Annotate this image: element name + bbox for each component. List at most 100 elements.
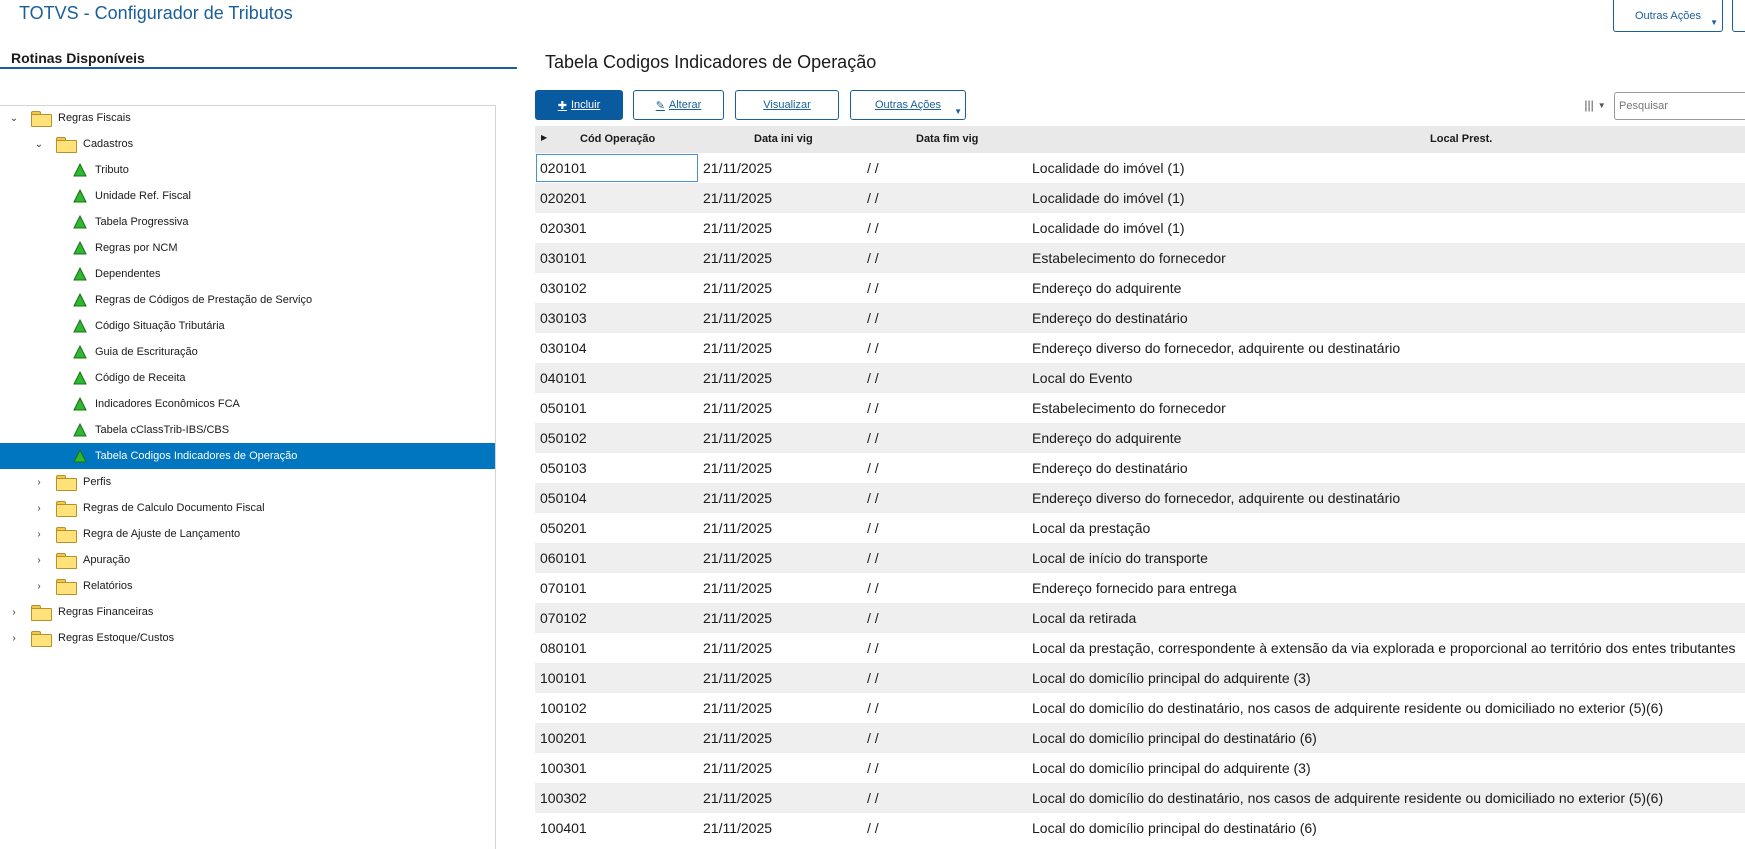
search-input[interactable] <box>1614 92 1745 120</box>
table-row[interactable]: 050201 21/11/2025 / / Local da prestação <box>535 513 1745 543</box>
table-row[interactable]: 050103 21/11/2025 / / Endereço do destinatá… <box>535 453 1745 483</box>
green-triangle-icon <box>73 293 87 307</box>
table-row[interactable]: 080101 21/11/2025 / / Local da prestação, c… <box>535 633 1745 663</box>
tree-item[interactable]: › Regras Financeiras <box>0 599 495 625</box>
chevron-right-icon[interactable]: › <box>33 529 45 540</box>
tree-item[interactable]: Código Situação Tributária <box>0 313 495 339</box>
table-row[interactable]: 050102 21/11/2025 / / Endereço do adquirent… <box>535 423 1745 453</box>
tree-item-label: Regras Fiscais <box>58 112 131 124</box>
chevron-right-icon[interactable]: › <box>8 607 20 618</box>
table-row[interactable]: 100301 21/11/2025 / / Local do domicílio pr… <box>535 753 1745 783</box>
cell-cod: 020101 <box>540 160 587 176</box>
tree-item[interactable]: › Relatórios <box>0 573 495 599</box>
tree-item[interactable]: Código de Receita <box>0 365 495 391</box>
table-row[interactable]: 030103 21/11/2025 / / Endereço do destinatá… <box>535 303 1745 333</box>
tree-item[interactable]: Tabela Codigos Indicadores de Operação <box>0 443 495 469</box>
caret-down-icon: ▼ <box>1597 100 1606 110</box>
grid-body: 020101 21/11/2025 / / Localidade do imóvel … <box>535 153 1745 843</box>
top-outras-acoes-button[interactable]: Outras Ações ▼ <box>1613 0 1723 32</box>
table-row[interactable]: 100401 21/11/2025 / / Local do domicílio pr… <box>535 813 1745 843</box>
folder-icon <box>55 474 77 491</box>
green-triangle-icon <box>73 423 87 437</box>
tree-item[interactable]: › Regras Estoque/Custos <box>0 625 495 651</box>
table-row[interactable]: 040101 21/11/2025 / / Local do Evento <box>535 363 1745 393</box>
cell-data-ini: 21/11/2025 <box>703 580 773 596</box>
tree-item[interactable]: › Regra de Ajuste de Lançamento <box>0 521 495 547</box>
cell-local: Endereço fornecido para entrega <box>1032 580 1237 596</box>
chevron-right-icon[interactable]: › <box>33 555 45 566</box>
cell-data-fim: / / <box>867 340 879 356</box>
table-row[interactable]: 030104 21/11/2025 / / Endereço diverso do f… <box>535 333 1745 363</box>
top-extra-button[interactable] <box>1732 0 1745 32</box>
table-row[interactable]: 020201 21/11/2025 / / Localidade do imóvel … <box>535 183 1745 213</box>
cell-local: Local do Evento <box>1032 370 1133 386</box>
chevron-down-icon[interactable]: ⌄ <box>33 139 45 150</box>
table-row[interactable]: 100102 21/11/2025 / / Local do domicílio do… <box>535 693 1745 723</box>
cell-data-fim: / / <box>867 190 879 206</box>
cell-data-fim: / / <box>867 820 879 836</box>
outras-acoes-button[interactable]: Outras Ações ▼ <box>850 90 966 120</box>
chevron-right-icon[interactable]: › <box>33 581 45 592</box>
cell-data-fim: / / <box>867 280 879 296</box>
tree-item[interactable]: Indicadores Econômicos FCA <box>0 391 495 417</box>
column-header-cod[interactable]: Cód Operação <box>580 133 655 145</box>
alterar-button[interactable]: ✎ Alterar <box>633 90 724 120</box>
cell-data-ini: 21/11/2025 <box>703 310 773 326</box>
table-row[interactable]: 070102 21/11/2025 / / Local da retirada <box>535 603 1745 633</box>
tree-item[interactable]: › Apuração <box>0 547 495 573</box>
table-row[interactable]: 070101 21/11/2025 / / Endereço fornecido pa… <box>535 573 1745 603</box>
tree-item[interactable]: Tributo <box>0 157 495 183</box>
cell-local: Endereço do destinatário <box>1032 310 1188 326</box>
cell-data-ini: 21/11/2025 <box>703 760 773 776</box>
tree-item[interactable]: Tabela Progressiva <box>0 209 495 235</box>
tree-item[interactable]: Regras por NCM <box>0 235 495 261</box>
table-row[interactable]: 050101 21/11/2025 / / Estabelecimento do fo… <box>535 393 1745 423</box>
table-row[interactable]: 050104 21/11/2025 / / Endereço diverso do f… <box>535 483 1745 513</box>
cell-data-ini: 21/11/2025 <box>703 430 773 446</box>
table-row[interactable]: 020301 21/11/2025 / / Localidade do imóvel … <box>535 213 1745 243</box>
tree-item[interactable]: Regras de Códigos de Prestação de Serviç… <box>0 287 495 313</box>
column-header-data-fim[interactable]: Data fim vig <box>916 133 978 145</box>
table-row[interactable]: 100201 21/11/2025 / / Local do domicílio pr… <box>535 723 1745 753</box>
green-triangle-icon <box>73 163 87 177</box>
tree-item[interactable]: › Regras de Calculo Documento Fiscal <box>0 495 495 521</box>
cell-data-fim: / / <box>867 220 879 236</box>
tree-item[interactable]: ⌄ Cadastros <box>0 131 495 157</box>
cell-data-fim: / / <box>867 370 879 386</box>
chevron-right-icon[interactable]: › <box>33 503 45 514</box>
table-row[interactable]: 020101 21/11/2025 / / Localidade do imóvel … <box>535 153 1745 183</box>
folder-icon <box>55 500 77 517</box>
column-selector[interactable]: ||| ▼ <box>1575 92 1615 118</box>
cell-cod: 070102 <box>540 610 587 626</box>
cell-cod: 020201 <box>540 190 587 206</box>
tree-item[interactable]: ⌄ Regras Fiscais <box>0 105 495 131</box>
cell-local: Local do domicílio principal do destinat… <box>1032 730 1317 746</box>
table-row[interactable]: 030102 21/11/2025 / / Endereço do adquirent… <box>535 273 1745 303</box>
cell-cod: 050104 <box>540 490 587 506</box>
cell-data-fim: / / <box>867 700 879 716</box>
tree-item-label: Regras por NCM <box>95 242 178 254</box>
chevron-down-icon[interactable]: ⌄ <box>8 113 20 124</box>
table-row[interactable]: 100101 21/11/2025 / / Local do domicílio pr… <box>535 663 1745 693</box>
tree-item[interactable]: › Perfis <box>0 469 495 495</box>
cell-data-ini: 21/11/2025 <box>703 160 773 176</box>
table-row[interactable]: 060101 21/11/2025 / / Local de início do tr… <box>535 543 1745 573</box>
tree-item[interactable]: Dependentes <box>0 261 495 287</box>
cell-data-ini: 21/11/2025 <box>703 640 773 656</box>
chevron-right-icon[interactable]: › <box>8 633 20 644</box>
column-header-local[interactable]: Local Prest. <box>1430 133 1492 145</box>
green-triangle-icon <box>73 267 87 281</box>
outras-acoes-label: Outras Ações <box>874 99 942 111</box>
chevron-right-icon[interactable]: › <box>33 477 45 488</box>
tree-item[interactable]: Tabela cClassTrib-IBS/CBS <box>0 417 495 443</box>
pencil-icon: ✎ <box>655 99 665 112</box>
cell-local: Local da prestação <box>1032 520 1151 536</box>
tree-item[interactable]: Unidade Ref. Fiscal <box>0 183 495 209</box>
visualizar-button[interactable]: Visualizar <box>735 90 839 120</box>
tree-item[interactable]: Guia de Escrituração <box>0 339 495 365</box>
table-row[interactable]: 100302 21/11/2025 / / Local do domicílio do… <box>535 783 1745 813</box>
column-header-data-ini[interactable]: Data ini vig <box>754 133 813 145</box>
incluir-button[interactable]: ✚ Incluir <box>535 90 623 120</box>
table-row[interactable]: 030101 21/11/2025 / / Estabelecimento do fo… <box>535 243 1745 273</box>
page-title: Tabela Codigos Indicadores de Operação <box>545 52 877 72</box>
